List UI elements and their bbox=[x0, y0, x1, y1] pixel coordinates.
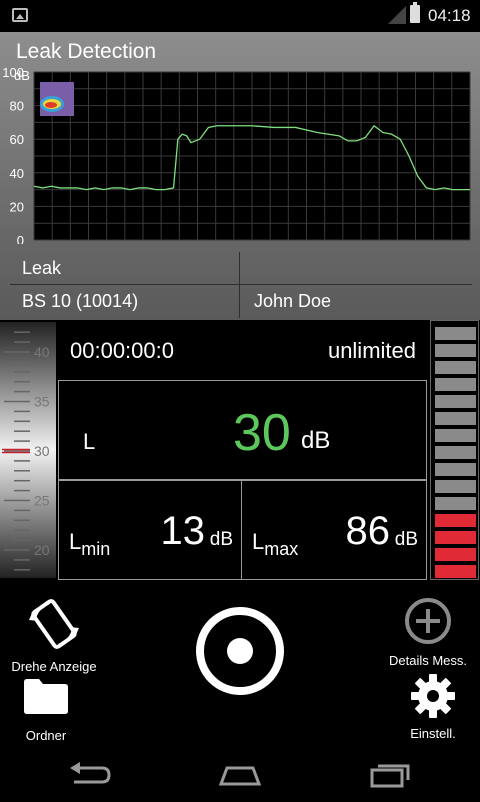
device-label: BS 10 (10014) bbox=[22, 291, 139, 311]
min-level-box: Lmin 13 dB bbox=[58, 480, 242, 580]
back-icon[interactable] bbox=[66, 760, 112, 790]
level-ruler: 40 35 30 25 20 bbox=[0, 322, 56, 578]
chart-y-tick-label: 0 bbox=[17, 233, 24, 244]
home-icon[interactable] bbox=[217, 760, 263, 790]
operator-label: John Doe bbox=[254, 291, 332, 311]
image-notification-icon bbox=[12, 8, 28, 22]
level-ruler-svg: 40 35 30 25 20 bbox=[0, 322, 56, 578]
info-row[interactable]: BS 10 (10014) John Doe bbox=[10, 285, 472, 318]
status-bar: 04:18 bbox=[0, 0, 480, 32]
chart-y-tick-label: 40 bbox=[10, 166, 24, 181]
meter-segment-active bbox=[435, 514, 476, 527]
meter-segment bbox=[435, 361, 476, 374]
meter-segment bbox=[435, 480, 476, 493]
settings-button[interactable]: Einstell. bbox=[394, 672, 472, 741]
max-level-box: Lmax 86 dB bbox=[241, 480, 427, 580]
navigation-bar bbox=[0, 748, 480, 802]
min-l: L bbox=[69, 529, 82, 554]
chart-y-tick-label: 80 bbox=[10, 99, 24, 114]
rotate-display-label: Drehe Anzeige bbox=[11, 659, 97, 674]
plus-circle-icon bbox=[405, 598, 451, 644]
current-level-unit: dB bbox=[301, 427, 331, 454]
min-subscript: min bbox=[81, 539, 111, 559]
max-subscript: max bbox=[264, 539, 299, 559]
meter-segment bbox=[435, 344, 476, 357]
settings-label: Einstell. bbox=[410, 726, 456, 741]
meter-segment bbox=[435, 497, 476, 510]
info-row[interactable]: Leak bbox=[10, 252, 472, 285]
ruler-label: 35 bbox=[34, 394, 50, 410]
record-button[interactable] bbox=[194, 605, 286, 697]
meter-segment bbox=[435, 412, 476, 425]
chart-y-axis-label: dB bbox=[14, 68, 30, 83]
min-level-label: Lmin bbox=[69, 529, 110, 560]
record-icon bbox=[196, 607, 284, 695]
max-level-unit: dB bbox=[394, 529, 418, 550]
clock: 04:18 bbox=[428, 6, 471, 25]
measurement-details-button[interactable]: Details Mess. bbox=[372, 597, 480, 668]
meter-segment bbox=[435, 446, 476, 459]
measurement-details-label: Details Mess. bbox=[388, 653, 468, 668]
meter-segment bbox=[435, 463, 476, 476]
elapsed-timer: 00:00:00:0 bbox=[70, 338, 174, 363]
meter-segment bbox=[435, 327, 476, 340]
meter-segment-active bbox=[435, 548, 476, 561]
max-level-label: Lmax bbox=[252, 529, 298, 560]
meter-segment bbox=[435, 378, 476, 391]
level-meter bbox=[430, 320, 479, 580]
leak-type-label: Leak bbox=[22, 258, 62, 278]
meter-segment bbox=[435, 429, 476, 442]
chart-y-tick-label: 20 bbox=[10, 199, 24, 214]
ruler-label: 20 bbox=[34, 542, 50, 558]
app-title: Leak Detection bbox=[16, 40, 157, 63]
header-panel: Leak Detection 0 20 40 60 80 100 dB Leak BS 10… bbox=[0, 32, 480, 320]
current-level-value: 30 bbox=[233, 404, 291, 462]
ruler-label: 30 bbox=[34, 443, 50, 459]
gear-icon bbox=[411, 674, 455, 718]
min-level-value: 13 bbox=[160, 509, 206, 553]
meter-segment-active bbox=[435, 565, 476, 578]
folder-button[interactable]: Ordner bbox=[8, 676, 84, 743]
meter-segment-active bbox=[435, 531, 476, 544]
level-chart-svg: 020406080100dB bbox=[2, 65, 471, 248]
meter-segment bbox=[435, 395, 476, 408]
min-level-unit: dB bbox=[209, 529, 233, 550]
level-chart[interactable]: 0 20 40 60 80 100 dB bbox=[0, 65, 480, 248]
chart-y-tick-label: 60 bbox=[10, 132, 24, 147]
duration-label[interactable]: unlimited bbox=[328, 338, 416, 364]
current-level-box: L 30 dB bbox=[58, 380, 427, 480]
battery-icon bbox=[410, 2, 420, 23]
max-level-value: 86 bbox=[345, 509, 391, 553]
ruler-label: 25 bbox=[34, 493, 50, 509]
rotate-display-button[interactable]: Drehe Anzeige bbox=[4, 595, 104, 674]
current-level-label: L bbox=[83, 429, 96, 454]
rotate-screen-icon bbox=[29, 599, 79, 649]
folder-label: Ordner bbox=[25, 728, 67, 743]
signal-icon bbox=[388, 6, 406, 24]
ruler-label: 40 bbox=[34, 344, 50, 360]
recent-apps-icon[interactable] bbox=[368, 760, 414, 790]
spectrogram-thumbnail-icon[interactable] bbox=[40, 82, 74, 116]
info-table: Leak BS 10 (10014) John Doe bbox=[10, 252, 472, 318]
folder-icon bbox=[24, 679, 68, 714]
max-l: L bbox=[252, 529, 265, 554]
